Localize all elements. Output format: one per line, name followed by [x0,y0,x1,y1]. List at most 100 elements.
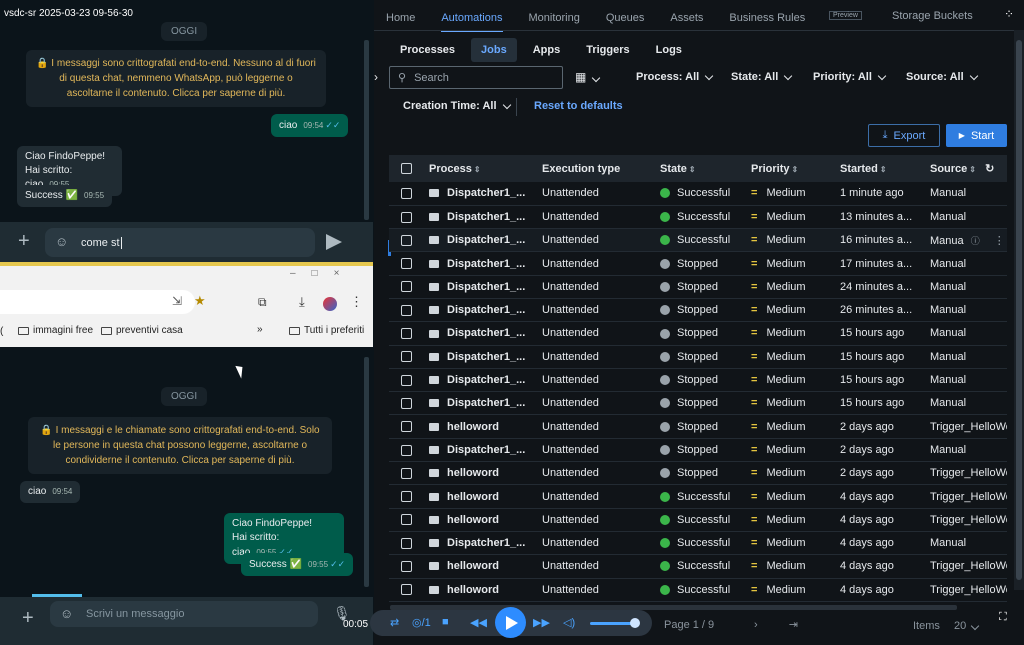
filter-priority[interactable]: Priority: All [813,71,887,83]
expand-sidebar-icon[interactable]: › [374,70,378,84]
nav-monitoring[interactable]: Monitoring [529,12,580,24]
bookmark-item[interactable]: ( [0,326,3,337]
chat-scrollbar[interactable] [364,357,369,587]
bookmarks-more[interactable]: » [257,324,263,335]
row-checkbox[interactable] [389,345,423,369]
select-all-checkbox[interactable] [389,155,423,182]
col-started[interactable]: Started ⇕ [834,155,924,182]
table-row[interactable]: Dispatcher1_... Unattended Successful = Medi… [389,205,1007,230]
row-checkbox[interactable] [389,484,423,509]
speed-icon[interactable]: ◎/1 [412,616,431,629]
table-row[interactable]: helloword Unattended Stopped = Medium 2 days … [389,461,1007,486]
plus-icon[interactable]: + [18,230,30,253]
row-checkbox[interactable] [389,275,423,299]
table-row[interactable]: Dispatcher1_... Unattended Stopped = Medium 1… [389,345,1007,369]
start-button[interactable]: ▶ Start [946,124,1007,147]
table-row[interactable]: Dispatcher1_... Unattended Stopped = Medium 1… [389,391,1007,416]
nav-assets[interactable]: Assets [670,12,703,24]
row-checkbox[interactable] [389,321,423,346]
tab-jobs[interactable]: Jobs [471,38,517,62]
refresh-icon[interactable]: ↻ [985,163,994,175]
row-checkbox[interactable] [389,508,423,532]
table-row[interactable]: Dispatcher1_... Unattended Successful = Medi… [389,228,1007,253]
row-checkbox[interactable] [389,391,423,416]
table-row[interactable]: helloword Unattended Successful = Medium 4 da… [389,578,1007,602]
grid-icon[interactable]: ⁘ [1004,7,1014,21]
message-input[interactable]: ☺ come st [45,228,315,257]
address-bar[interactable]: ⇲ ★ [0,290,206,314]
row-checkbox[interactable] [389,228,423,253]
table-row[interactable]: Dispatcher1_... Unattended Stopped = Medium 2… [389,438,1007,463]
encryption-notice[interactable]: 🔒 I messaggi sono crittografati end-to-e… [26,50,326,107]
row-checkbox[interactable] [389,438,423,463]
row-checkbox[interactable] [389,531,423,556]
page-scrollbar[interactable] [1014,30,1024,590]
rewind-icon[interactable]: ◀◀ [470,616,487,629]
send-icon[interactable] [326,234,342,250]
loop-icon[interactable]: ⇄ [390,616,399,629]
tab-processes[interactable]: Processes [390,38,465,62]
table-row[interactable]: Dispatcher1_... Unattended Stopped = Medium 1… [389,251,1007,276]
row-checkbox[interactable] [389,578,423,602]
table-row[interactable]: Dispatcher1_... Unattended Successful = Medi… [389,182,1007,206]
pager-controls[interactable]: › ⇥ [754,618,812,631]
more-icon[interactable]: ⋮ [994,235,1005,247]
table-row[interactable]: Dispatcher1_... Unattended Successful = Medi… [389,531,1007,556]
tab-apps[interactable]: Apps [523,38,571,62]
fullscreen-icon[interactable]: ⛶ [999,611,1007,624]
plus-icon[interactable]: + [22,607,34,630]
row-checkbox[interactable] [389,554,423,579]
bookmark-item[interactable]: immagini free [18,325,93,336]
filter-creation-time[interactable]: Creation Time: All [403,100,511,112]
col-state[interactable]: State ⇕ [654,155,745,182]
volume-knob[interactable] [630,618,640,628]
info-icon[interactable]: ⓘ [971,236,980,246]
nav-home[interactable]: Home [386,12,415,24]
bookmark-star-icon[interactable]: ★ [194,293,206,309]
stop-icon[interactable]: ■ [442,616,449,628]
row-checkbox[interactable] [389,298,423,323]
table-row[interactable]: Dispatcher1_... Unattended Stopped = Medium 2… [389,275,1007,299]
table-row[interactable]: Dispatcher1_... Unattended Stopped = Medium 2… [389,298,1007,323]
volume-icon[interactable]: ◁) [563,616,575,629]
window-controls[interactable]: –□× [290,268,355,279]
table-row[interactable]: Dispatcher1_... Unattended Stopped = Medium 1… [389,321,1007,346]
col-source[interactable]: Source ⇕ ↻ [924,155,1007,182]
download-page-icon[interactable]: ⇲ [172,294,182,308]
row-checkbox[interactable] [389,205,423,230]
export-button[interactable]: ⤓ Export [868,124,940,147]
bookmark-item[interactable]: preventivi casa [101,325,183,336]
encryption-notice[interactable]: 🔒 I messaggi e le chiamate sono crittogr… [28,417,332,474]
message-input[interactable]: ☺ Scrivi un messaggio [50,601,318,627]
extensions-icon[interactable]: ⧉ [258,295,267,310]
volume-slider[interactable] [590,622,635,625]
reset-defaults-link[interactable]: Reset to defaults [534,100,623,112]
row-checkbox[interactable] [389,461,423,486]
chat-scrollbar[interactable] [364,40,369,220]
table-row[interactable]: Dispatcher1_... Unattended Stopped = Medium 1… [389,368,1007,393]
emoji-icon[interactable]: ☺ [60,606,73,621]
nav-storage-buckets[interactable]: Storage Buckets [892,10,973,22]
row-checkbox[interactable] [389,182,423,206]
profile-avatar[interactable] [323,297,337,311]
row-checkbox[interactable] [389,251,423,276]
table-row[interactable]: helloword Unattended Successful = Medium 4 da… [389,484,1007,509]
col-execution-type[interactable]: Execution type [536,155,654,182]
col-process[interactable]: Process ⇕ [423,155,536,182]
tab-triggers[interactable]: Triggers [576,38,639,62]
search-input[interactable]: ⚲ Search [389,66,563,89]
download-icon[interactable]: ⤓ [299,294,305,310]
filter-process[interactable]: Process: All [636,71,714,83]
filter-state[interactable]: State: All [731,71,793,83]
col-priority[interactable]: Priority ⇕ [745,155,834,182]
items-per-page[interactable]: 20 [954,620,980,632]
row-checkbox[interactable] [389,414,423,439]
table-row[interactable]: helloword Unattended Stopped = Medium 2 days … [389,414,1007,439]
tab-logs[interactable]: Logs [646,38,692,62]
nav-automations[interactable]: Automations [441,12,503,32]
table-row[interactable]: helloword Unattended Successful = Medium 4 da… [389,508,1007,532]
nav-queues[interactable]: Queues [606,12,645,24]
row-checkbox[interactable] [389,368,423,393]
bookmark-item[interactable]: Tutti i preferiti [289,325,364,336]
forward-icon[interactable]: ▶▶ [533,616,550,629]
